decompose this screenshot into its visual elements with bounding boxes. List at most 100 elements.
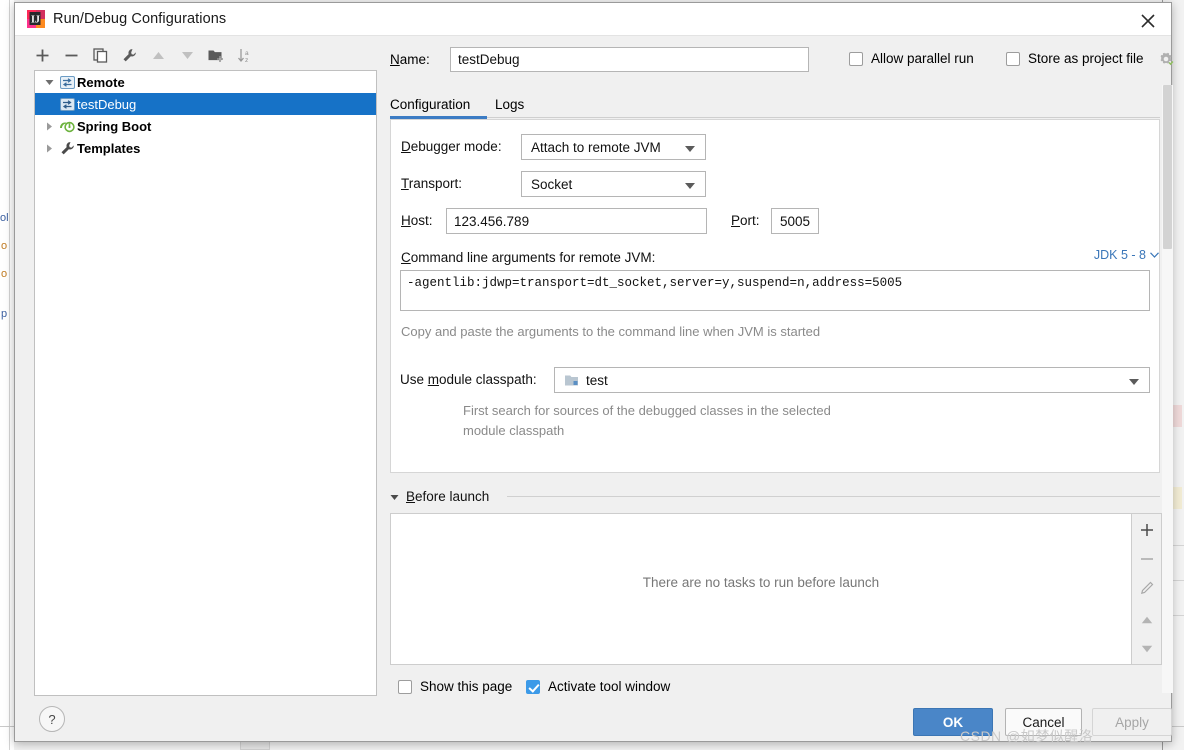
tree-item-label: Remote	[77, 74, 125, 90]
remote-icon	[57, 97, 77, 111]
module-classpath-select[interactable]: test	[554, 367, 1150, 393]
show-this-page-label: Show this page	[420, 679, 513, 694]
triangle-right-icon[interactable]	[41, 144, 57, 153]
tree-item-label: testDebug	[77, 96, 137, 112]
remove-task-button[interactable]	[1132, 545, 1161, 573]
tab-configuration[interactable]: Configuration	[390, 91, 470, 117]
tab-label: Logs	[495, 96, 525, 112]
show-this-page-checkbox[interactable]: Show this page	[398, 679, 512, 694]
activate-tool-window-checkbox[interactable]: Activate tool window	[526, 679, 670, 694]
dialog-title: Run/Debug Configurations	[53, 11, 227, 27]
configurations-toolbar: a z	[23, 41, 371, 69]
checkbox-box	[398, 679, 412, 694]
backdrop-gutter-line	[9, 0, 10, 750]
before-launch-header[interactable]: Before launch	[390, 489, 489, 504]
before-launch-empty-message: There are no tasks to run before launch	[642, 575, 880, 590]
remove-configuration-button[interactable]	[59, 43, 83, 67]
checkbox-box	[526, 679, 540, 694]
module-classpath-hint-line2: module classpath	[463, 423, 565, 438]
transport-value: Socket	[531, 176, 573, 192]
triangle-right-icon[interactable]	[41, 122, 57, 131]
backdrop-token-1: o	[1, 240, 8, 252]
before-launch-toolbar	[1132, 513, 1162, 665]
move-up-button[interactable]	[146, 43, 170, 67]
spring-boot-icon	[57, 119, 77, 133]
add-configuration-button[interactable]	[30, 43, 54, 67]
name-label: Name:	[390, 52, 430, 67]
svg-text:IJ: IJ	[31, 15, 40, 26]
tree-item-label: Spring Boot	[77, 118, 152, 134]
chevron-down-icon	[685, 146, 695, 152]
jdk-version-selector[interactable]: JDK 5 - 8	[1094, 248, 1159, 262]
backdrop-left-strip	[0, 0, 14, 750]
activate-tool-window-label: Activate tool window	[548, 679, 671, 694]
store-as-project-file-label: Store as project file	[1028, 51, 1144, 66]
triangle-down-icon[interactable]	[390, 489, 399, 504]
svg-text:a: a	[245, 50, 249, 57]
chevron-down-icon	[685, 183, 695, 189]
new-folder-icon[interactable]	[204, 43, 228, 67]
configuration-tabs: Configuration Logs	[390, 91, 1160, 117]
module-classpath-value: test	[586, 372, 608, 388]
close-icon[interactable]	[1125, 3, 1171, 36]
port-input[interactable]	[771, 208, 819, 234]
svg-text:z: z	[245, 57, 248, 63]
before-launch-task-list[interactable]: There are no tasks to run before launch	[390, 513, 1132, 665]
gear-icon[interactable]	[1158, 51, 1174, 67]
tree-item-testdebug[interactable]: testDebug	[35, 93, 376, 115]
help-label: ?	[48, 711, 56, 727]
tree-item-remote[interactable]: Remote	[35, 71, 376, 93]
store-as-project-file-checkbox[interactable]: Store as project file	[1006, 51, 1144, 66]
apply-button[interactable]: Apply	[1092, 708, 1172, 736]
dialog-titlebar: IJ Run/Debug Configurations	[15, 3, 1171, 36]
chevron-down-icon	[1129, 379, 1139, 385]
backdrop-token-0: ol	[0, 212, 9, 224]
configurations-tree[interactable]: Remote testDebug Spring Boot Templates	[34, 70, 377, 696]
copy-configuration-button[interactable]	[88, 43, 112, 67]
move-task-up-button[interactable]	[1132, 606, 1161, 634]
edit-templates-wrench-icon[interactable]	[117, 43, 141, 67]
command-line-args-input[interactable]: -agentlib:jdwp=transport=dt_socket,serve…	[400, 270, 1150, 311]
allow-parallel-run-checkbox[interactable]: Allow parallel run	[849, 51, 974, 66]
transport-select[interactable]: Socket	[521, 171, 706, 197]
wrench-icon	[57, 141, 77, 156]
port-label: Port:	[731, 213, 760, 228]
move-down-button[interactable]	[175, 43, 199, 67]
backdrop-token-3: p	[1, 308, 8, 320]
add-task-button[interactable]	[1132, 516, 1161, 544]
allow-parallel-run-label: Allow parallel run	[871, 51, 974, 66]
settings-pane-scrollbar[interactable]	[1162, 85, 1173, 693]
host-label: Host:	[401, 213, 433, 228]
scrollbar-thumb[interactable]	[1163, 85, 1172, 249]
run-debug-configurations-dialog: IJ Run/Debug Configurations a z Remote t…	[14, 2, 1174, 742]
apply-button-label: Apply	[1115, 714, 1149, 730]
pencil-icon[interactable]	[1132, 574, 1161, 602]
jdk-version-label: JDK 5 - 8	[1093, 248, 1146, 262]
transport-label: Transport:	[401, 176, 463, 191]
module-classpath-hint-line1: First search for sources of the debugged…	[463, 403, 831, 418]
sort-alpha-icon[interactable]: a z	[233, 43, 257, 67]
csdn-watermark: CSDN @如梦似醒洛	[960, 728, 1094, 744]
name-input[interactable]	[450, 47, 809, 72]
help-icon[interactable]: ?	[39, 706, 65, 732]
checkbox-box	[849, 51, 863, 66]
debugger-mode-label: Debugger mode:	[401, 139, 502, 154]
tree-item-spring-boot[interactable]: Spring Boot	[35, 115, 376, 137]
host-input[interactable]	[446, 208, 707, 234]
tree-item-templates[interactable]: Templates	[35, 137, 376, 159]
tab-label: Configuration	[390, 96, 471, 112]
before-launch-title: Before launch	[406, 489, 490, 504]
tab-baseline	[390, 117, 1160, 118]
tab-logs[interactable]: Logs	[495, 91, 524, 117]
triangle-down-icon[interactable]	[41, 79, 57, 86]
move-task-down-button[interactable]	[1132, 635, 1161, 663]
command-line-args-hint: Copy and paste the arguments to the comm…	[401, 324, 821, 339]
remote-icon	[57, 75, 77, 89]
module-classpath-label: Use module classpath:	[400, 372, 537, 387]
intellij-idea-icon: IJ	[27, 10, 45, 28]
debugger-mode-select[interactable]: Attach to remote JVM	[521, 134, 706, 160]
chevron-down-icon	[1150, 252, 1159, 258]
debugger-mode-value: Attach to remote JVM	[531, 139, 661, 155]
module-icon	[564, 373, 580, 387]
command-line-args-label: Command line arguments for remote JVM:	[401, 250, 656, 265]
